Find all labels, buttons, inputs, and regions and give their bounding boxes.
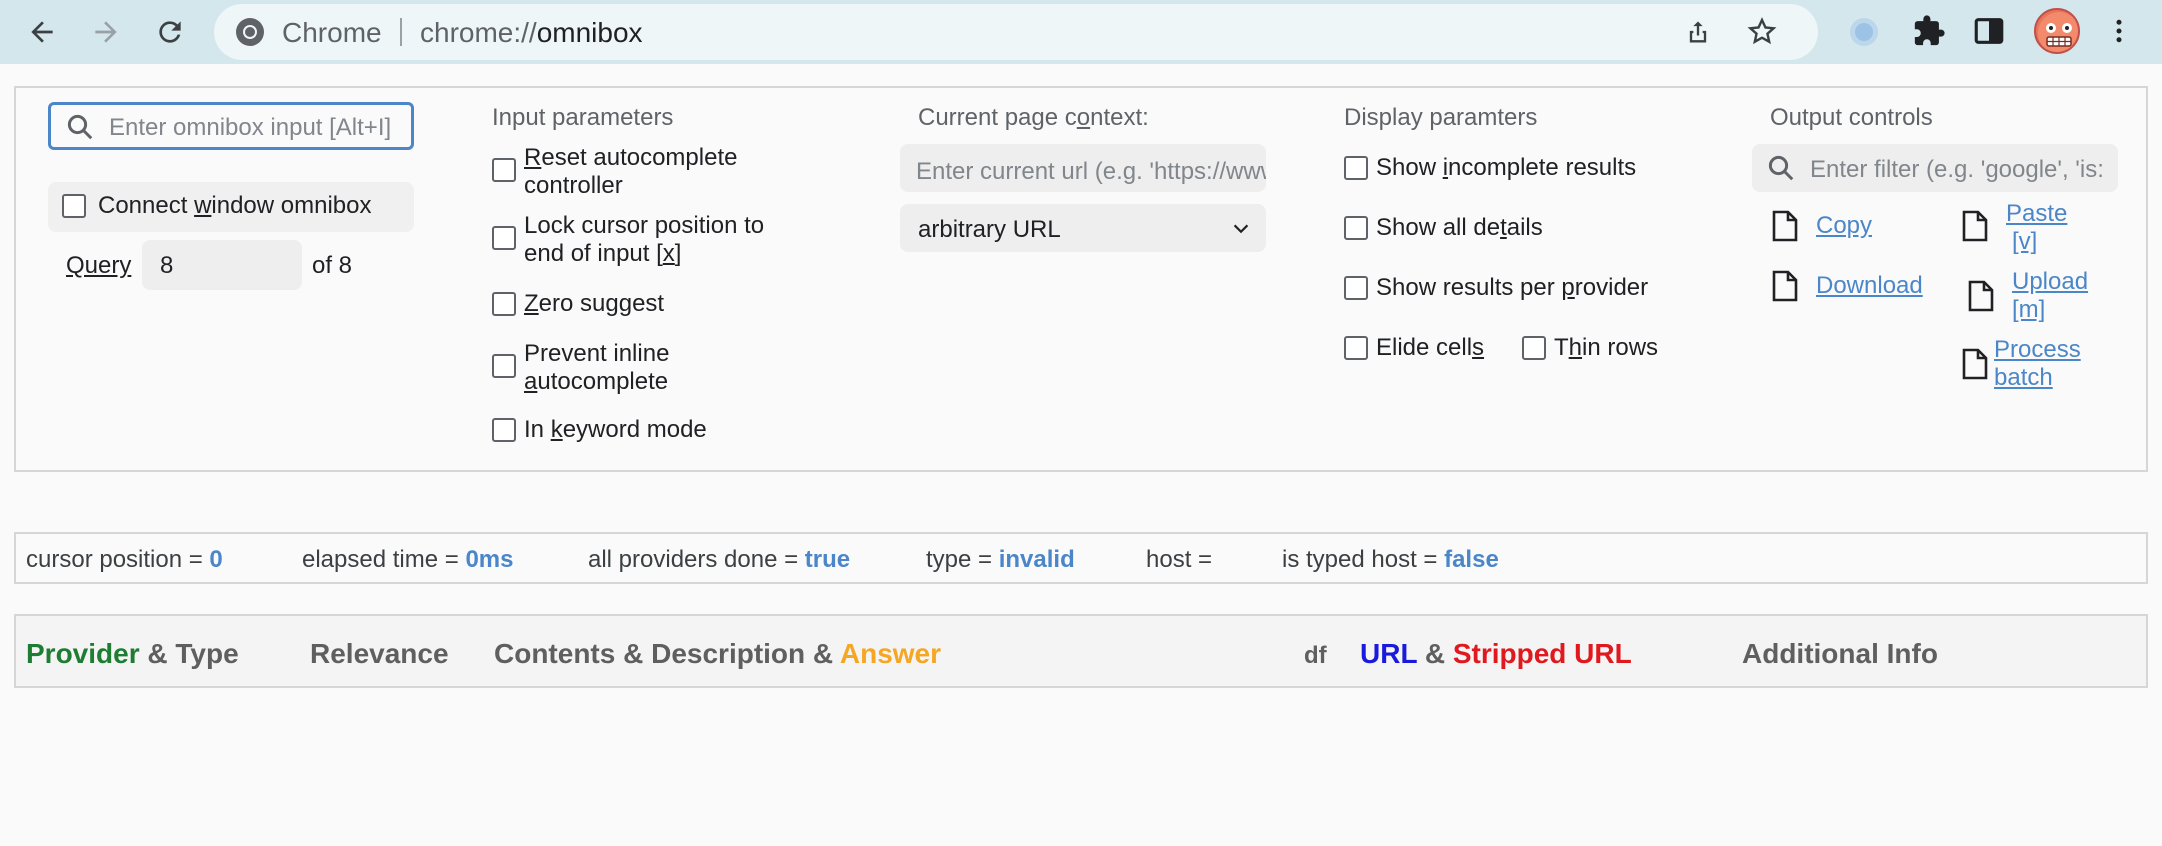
process-batch-document-icon (1962, 348, 1988, 380)
cursor-position-status: cursor position = 0 (26, 546, 223, 573)
download-link[interactable]: Download (1816, 272, 1923, 300)
copy-link[interactable]: Copy (1816, 212, 1872, 240)
df-column-header[interactable]: df (1304, 642, 1327, 670)
avatar-face-icon (2038, 12, 2078, 52)
paste-document-icon (1962, 210, 1988, 242)
back-button[interactable] (18, 8, 66, 56)
typed-host-status: is typed host = false (1282, 546, 1499, 573)
thin-rows-checkbox[interactable] (1522, 336, 1546, 360)
forward-button[interactable] (82, 8, 130, 56)
show-incomplete-checkbox[interactable] (1344, 156, 1368, 180)
keyword-mode-label: In keyword mode (524, 416, 707, 443)
zero-suggest-label: Zero suggest (524, 290, 665, 317)
relevance-column-header[interactable]: Relevance (310, 638, 449, 670)
host-status: host = (1146, 546, 1213, 573)
chevron-down-icon (1233, 224, 1249, 234)
process-batch-link[interactable]: Process batch (1994, 336, 2081, 392)
reset-autocomplete-label: Reset autocomplete controller (524, 144, 738, 199)
reload-icon (159, 21, 181, 43)
upload-link[interactable]: Upload [m] (2012, 268, 2088, 324)
show-incomplete-label: Show incomplete results (1376, 154, 1637, 181)
current-url-input[interactable]: Enter current url (e.g. 'https://www (900, 144, 1266, 192)
show-all-details-checkbox[interactable] (1344, 216, 1368, 240)
page-type-select[interactable]: arbitrary URL (900, 204, 1266, 252)
chrome-logo-icon (236, 18, 264, 46)
display-parameters-title: Display paramters (1344, 104, 1538, 131)
query-index-input[interactable]: 8 (142, 240, 302, 290)
menu-kebab-icon[interactable] (2104, 14, 2134, 48)
download-document-icon (1772, 270, 1798, 302)
keyword-mode-checkbox[interactable] (492, 418, 516, 442)
side-panel-icon[interactable] (1972, 14, 2006, 48)
output-controls-title: Output controls (1770, 104, 1933, 131)
elide-cells-checkbox[interactable] (1344, 336, 1368, 360)
url-scheme: chrome:// (420, 17, 537, 48)
share-icon[interactable] (1684, 18, 1712, 46)
results-table-header: Provider & Type Relevance Contents & Des… (14, 614, 2148, 688)
additional-info-column-header[interactable]: Additional Info (1742, 638, 1938, 670)
address-bar[interactable]: Chrome chrome://omnibox (214, 4, 1818, 60)
status-bar: cursor position = 0 elapsed time = 0ms a… (14, 532, 2148, 584)
show-all-details-label: Show all details (1376, 214, 1543, 241)
profile-avatar[interactable] (2034, 8, 2080, 54)
url-text: chrome://omnibox (420, 17, 643, 49)
elide-cells-label: Elide cells (1376, 334, 1485, 361)
providers-done-status: all providers done = true (588, 546, 851, 573)
omnibox-separator (400, 18, 402, 46)
back-arrow-icon (31, 21, 53, 43)
omnibox-input[interactable]: Enter omnibox input [Alt+I] (48, 102, 414, 150)
browser-toolbar: Chrome chrome://omnibox (0, 0, 2162, 64)
prevent-inline-autocomplete-checkbox[interactable] (492, 354, 516, 378)
elapsed-time-status: elapsed time = 0ms (302, 546, 514, 573)
contents-column-header[interactable]: Contents & Description & Answer (494, 638, 941, 670)
lock-cursor-label: Lock cursor position to end of input [x] (524, 212, 765, 267)
controls-panel: Enter omnibox input [Alt+I] Connect wind… (14, 86, 2148, 472)
type-status: type = invalid (926, 546, 1075, 573)
extensions-puzzle-icon[interactable] (1912, 14, 1946, 48)
page-type-value: arbitrary URL (918, 216, 1061, 243)
forward-arrow-icon (95, 21, 117, 43)
thin-rows-label: Thin rows (1554, 334, 1659, 361)
extension-circle-icon[interactable] (1846, 14, 1882, 50)
show-per-provider-checkbox[interactable] (1344, 276, 1368, 300)
chrome-site-chip: Chrome (282, 17, 382, 48)
connect-window-label: Connect window omnibox (98, 192, 372, 219)
zero-suggest-checkbox[interactable] (492, 292, 516, 316)
url-host: omnibox (536, 17, 643, 48)
lock-cursor-checkbox[interactable] (492, 226, 516, 250)
page-context-title: Current page context: (918, 104, 1149, 131)
input-parameters-title: Input parameters (492, 104, 674, 131)
search-icon (67, 114, 93, 140)
filter-search-icon (1768, 155, 1794, 181)
filter-placeholder: Enter filter (e.g. 'google', 'is: (1810, 156, 2104, 183)
output-filter-input[interactable]: Enter filter (e.g. 'google', 'is: (1752, 144, 2118, 192)
paste-link[interactable]: Paste [v] (2006, 200, 2067, 256)
reset-autocomplete-checkbox[interactable] (492, 158, 516, 182)
query-total: of 8 (312, 252, 353, 279)
bookmark-star-icon[interactable] (1746, 16, 1778, 48)
upload-document-icon (1968, 280, 1994, 312)
reload-button[interactable] (146, 8, 194, 56)
connect-window-omnibox-toggle[interactable]: Connect window omnibox (48, 182, 414, 232)
url-column-header[interactable]: URL & Stripped URL (1360, 638, 1632, 670)
connect-window-checkbox[interactable] (62, 194, 86, 218)
show-per-provider-label: Show results per provider (1376, 274, 1649, 301)
prevent-inline-autocomplete-label: Prevent inline autocomplete (524, 340, 670, 395)
query-label: Query (66, 252, 132, 279)
provider-type-column-header[interactable]: Provider & Type (26, 638, 239, 670)
copy-document-icon (1772, 210, 1798, 242)
omnibox-input-placeholder: Enter omnibox input [Alt+I] (109, 114, 392, 141)
